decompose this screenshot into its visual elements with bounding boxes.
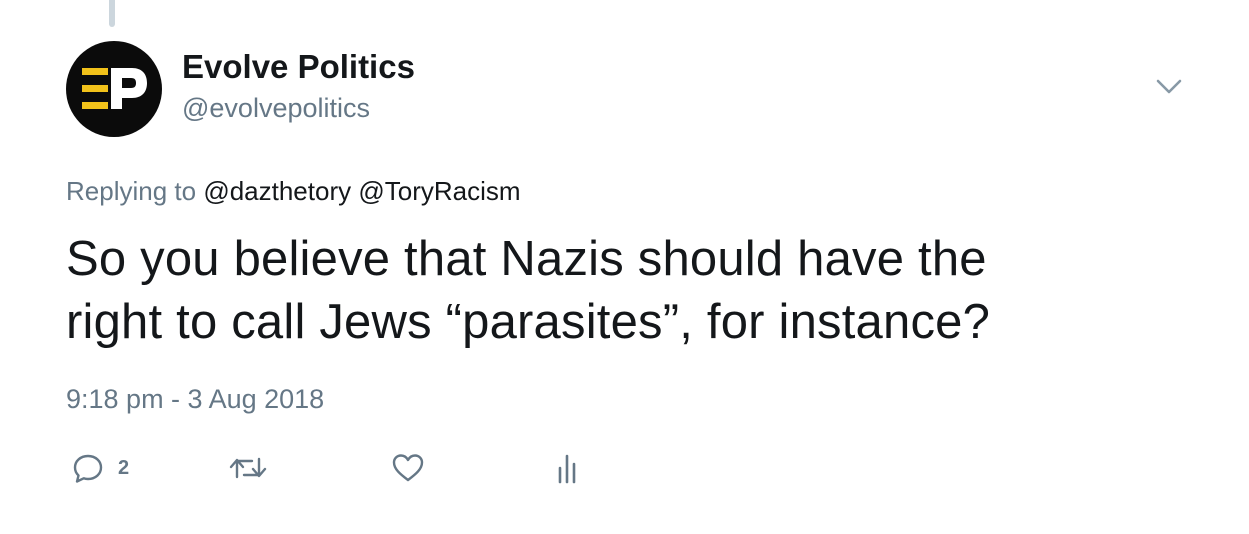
analytics-button[interactable] [555,450,583,486]
tweet-timestamp[interactable]: 9:18 pm - 3 Aug 2018 [66,384,324,415]
replying-to: Replying to @dazthetory @ToryRacism [66,176,521,207]
mention-link[interactable]: @ToryRacism [358,176,520,206]
author-handle[interactable]: @evolvepolitics [182,93,370,124]
like-button[interactable] [391,450,425,486]
avatar[interactable]: EP [66,41,162,137]
author-display-name[interactable]: Evolve Politics [182,48,415,86]
reply-button[interactable]: 2 [72,450,129,486]
thread-connector-line [109,0,115,27]
mention-link[interactable]: @dazthetory [203,176,351,206]
heart-icon [392,454,424,482]
retweet-icon [229,457,267,479]
tweet-text-line: So you believe that Nazis should have th… [66,232,987,286]
analytics-icon [558,454,576,484]
chevron-down-icon[interactable] [1152,74,1186,100]
tweet-text: So you believe that Nazis should have th… [66,228,1206,354]
retweet-button[interactable] [228,450,268,486]
reply-count: 2 [118,456,130,479]
tweet-text-line: right to call Jews “parasites”, for inst… [66,295,991,349]
evolve-politics-logo: EP [82,68,147,109]
reply-icon [73,454,103,483]
replying-to-label: Replying to [66,176,197,206]
